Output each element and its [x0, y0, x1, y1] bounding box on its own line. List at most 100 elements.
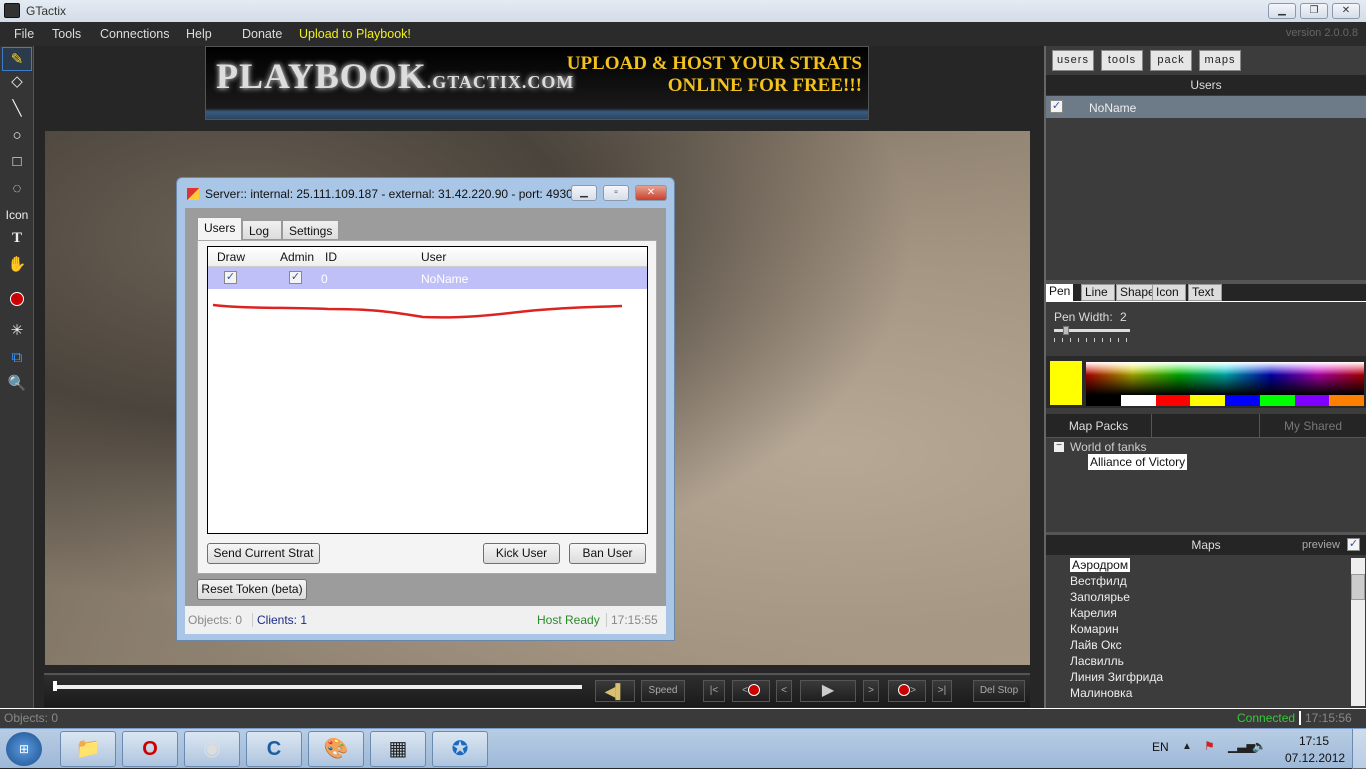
prev-frame-button[interactable]: < [776, 680, 792, 702]
tools-button[interactable]: tools [1101, 50, 1143, 71]
tab-icon[interactable]: Icon [1152, 284, 1186, 301]
media-icon[interactable]: ✪ [432, 731, 488, 767]
tray-expand-icon[interactable]: ▲ [1182, 741, 1192, 752]
col-draw[interactable]: Draw [217, 250, 245, 264]
line-icon[interactable]: ╲ [2, 97, 32, 121]
dialog-maximize-button[interactable]: ▫ [603, 185, 629, 201]
zoom-icon[interactable]: 🔍 [2, 372, 32, 396]
table-row[interactable]: ✓ ✓ 0 NoName [208, 267, 647, 289]
map-list-item[interactable]: Лайв Окс [1070, 638, 1122, 652]
timeline-thumb[interactable] [53, 681, 57, 691]
last-frame-button[interactable]: >| [932, 680, 952, 702]
tab-settings[interactable]: Settings [282, 220, 340, 240]
user-list-item[interactable]: ✓ NoName [1046, 96, 1366, 118]
ban-user-button[interactable]: Ban User [569, 543, 646, 564]
paint-icon[interactable]: 🎨 [308, 731, 364, 767]
record-back-button[interactable]: < [732, 680, 770, 702]
timeline-slider[interactable] [54, 685, 582, 689]
tab-map-packs[interactable]: Map Packs [1046, 414, 1152, 438]
draw-checkbox[interactable]: ✓ [224, 271, 237, 284]
menu-upload-playbook[interactable]: Upload to Playbook! [299, 27, 411, 41]
show-desktop-button[interactable] [1352, 729, 1366, 769]
current-color-swatch[interactable] [1050, 361, 1082, 405]
col-user[interactable]: User [421, 250, 446, 264]
maps-button[interactable]: maps [1199, 50, 1241, 71]
map-list-item[interactable]: Аэродром [1070, 558, 1131, 572]
map-list-item[interactable]: Комарин [1070, 622, 1119, 636]
rectangle-icon[interactable]: □ [2, 150, 32, 174]
eraser-icon[interactable]: ◇ [2, 70, 32, 94]
del-stop-button[interactable]: Del Stop [973, 680, 1025, 702]
map-list-item[interactable]: Линия Зигфрида [1070, 670, 1163, 684]
clock-date[interactable]: 07.12.2012 [1285, 751, 1345, 765]
pen-width-thumb[interactable] [1063, 326, 1069, 335]
color-swatch[interactable] [1086, 395, 1121, 406]
map-list-item[interactable]: Вестфилд [1070, 574, 1127, 588]
language-indicator[interactable]: EN [1152, 740, 1169, 754]
color-swatch[interactable] [1259, 395, 1295, 406]
menu-donate[interactable]: Donate [242, 27, 282, 41]
spark-icon[interactable]: ✳ [2, 319, 32, 343]
color-swatch[interactable] [1120, 395, 1156, 406]
opera-icon[interactable]: O [122, 731, 178, 767]
tab-my-shared[interactable]: My Shared [1259, 414, 1366, 438]
dialog-close-button[interactable]: ✕ [635, 185, 667, 201]
explorer-icon[interactable]: 📁 [60, 731, 116, 767]
tab-line[interactable]: Line [1081, 284, 1115, 301]
polygon-icon[interactable]: ◌ [2, 177, 32, 201]
send-current-strat-button[interactable]: Send Current Strat [207, 543, 320, 564]
clock-time[interactable]: 17:15 [1299, 734, 1329, 748]
admin-checkbox[interactable]: ✓ [289, 271, 302, 284]
menu-connections[interactable]: Connections [100, 27, 170, 41]
close-button[interactable]: ✕ [1332, 3, 1360, 19]
menu-file[interactable]: File [14, 27, 34, 41]
user-checkbox[interactable]: ✓ [1050, 100, 1063, 113]
color-swatch[interactable] [1190, 395, 1225, 406]
menu-tools[interactable]: Tools [52, 27, 81, 41]
pack-root[interactable]: World of tanks [1070, 440, 1146, 454]
maximize-button[interactable]: ❐ [1300, 3, 1328, 19]
map-list-item[interactable]: Заполярье [1070, 590, 1130, 604]
tab-pen[interactable]: Pen [1046, 284, 1074, 301]
start-button[interactable]: ⊞ [6, 732, 42, 766]
maps-scrollbar[interactable] [1351, 558, 1365, 706]
color-swatch[interactable] [1155, 395, 1191, 406]
col-id[interactable]: ID [325, 250, 337, 264]
hand-icon[interactable]: ✋ [2, 253, 32, 277]
playbook-banner[interactable]: PLAYBOOK.GTACTIX.COM UPLOAD & HOST YOUR … [205, 46, 869, 120]
tab-users[interactable]: Users [197, 217, 243, 241]
kick-user-button[interactable]: Kick User [483, 543, 560, 564]
dialog-minimize-button[interactable]: ▁ [571, 185, 597, 201]
users-button[interactable]: users [1052, 50, 1094, 71]
tab-text[interactable]: Text [1188, 284, 1222, 301]
record-forward-button[interactable]: > [888, 680, 926, 702]
pack-child[interactable]: Alliance of Victory [1088, 454, 1188, 470]
icon-tool[interactable]: Icon [2, 203, 32, 227]
collapse-icon[interactable]: − [1054, 441, 1064, 452]
chrome-icon[interactable]: ◉ [184, 731, 240, 767]
col-admin[interactable]: Admin [280, 250, 314, 264]
speed-button[interactable]: Speed [641, 680, 685, 702]
color-swatch[interactable] [1294, 395, 1330, 406]
tab-log[interactable]: Log [242, 220, 282, 240]
play-button[interactable]: ▶ [800, 680, 856, 702]
color-swatch[interactable] [1225, 395, 1260, 406]
action-center-icon[interactable]: ⚑ [1204, 739, 1215, 753]
minimize-button[interactable]: ▁ [1268, 3, 1296, 19]
layers-icon[interactable]: ⧉ [2, 346, 32, 370]
first-frame-button[interactable]: |< [703, 680, 725, 702]
pack-button[interactable]: pack [1150, 50, 1192, 71]
circle-icon[interactable]: ○ [2, 124, 32, 148]
color-spectrum[interactable] [1086, 362, 1364, 395]
menu-help[interactable]: Help [186, 27, 212, 41]
gtactix-taskbar-icon[interactable]: ▦ [370, 731, 426, 767]
reset-token-button[interactable]: Reset Token (beta) [197, 579, 307, 600]
color-swatch[interactable] [1329, 395, 1364, 406]
rewind-arrow-icon[interactable]: ◀▌ [595, 680, 635, 702]
next-frame-button[interactable]: > [863, 680, 879, 702]
map-list-item[interactable]: Карелия [1070, 606, 1117, 620]
map-list-item[interactable]: Малиновка [1070, 686, 1132, 700]
preview-checkbox[interactable]: ✓ [1347, 538, 1360, 551]
record-icon[interactable] [2, 287, 32, 311]
text-icon[interactable]: T [2, 226, 32, 250]
